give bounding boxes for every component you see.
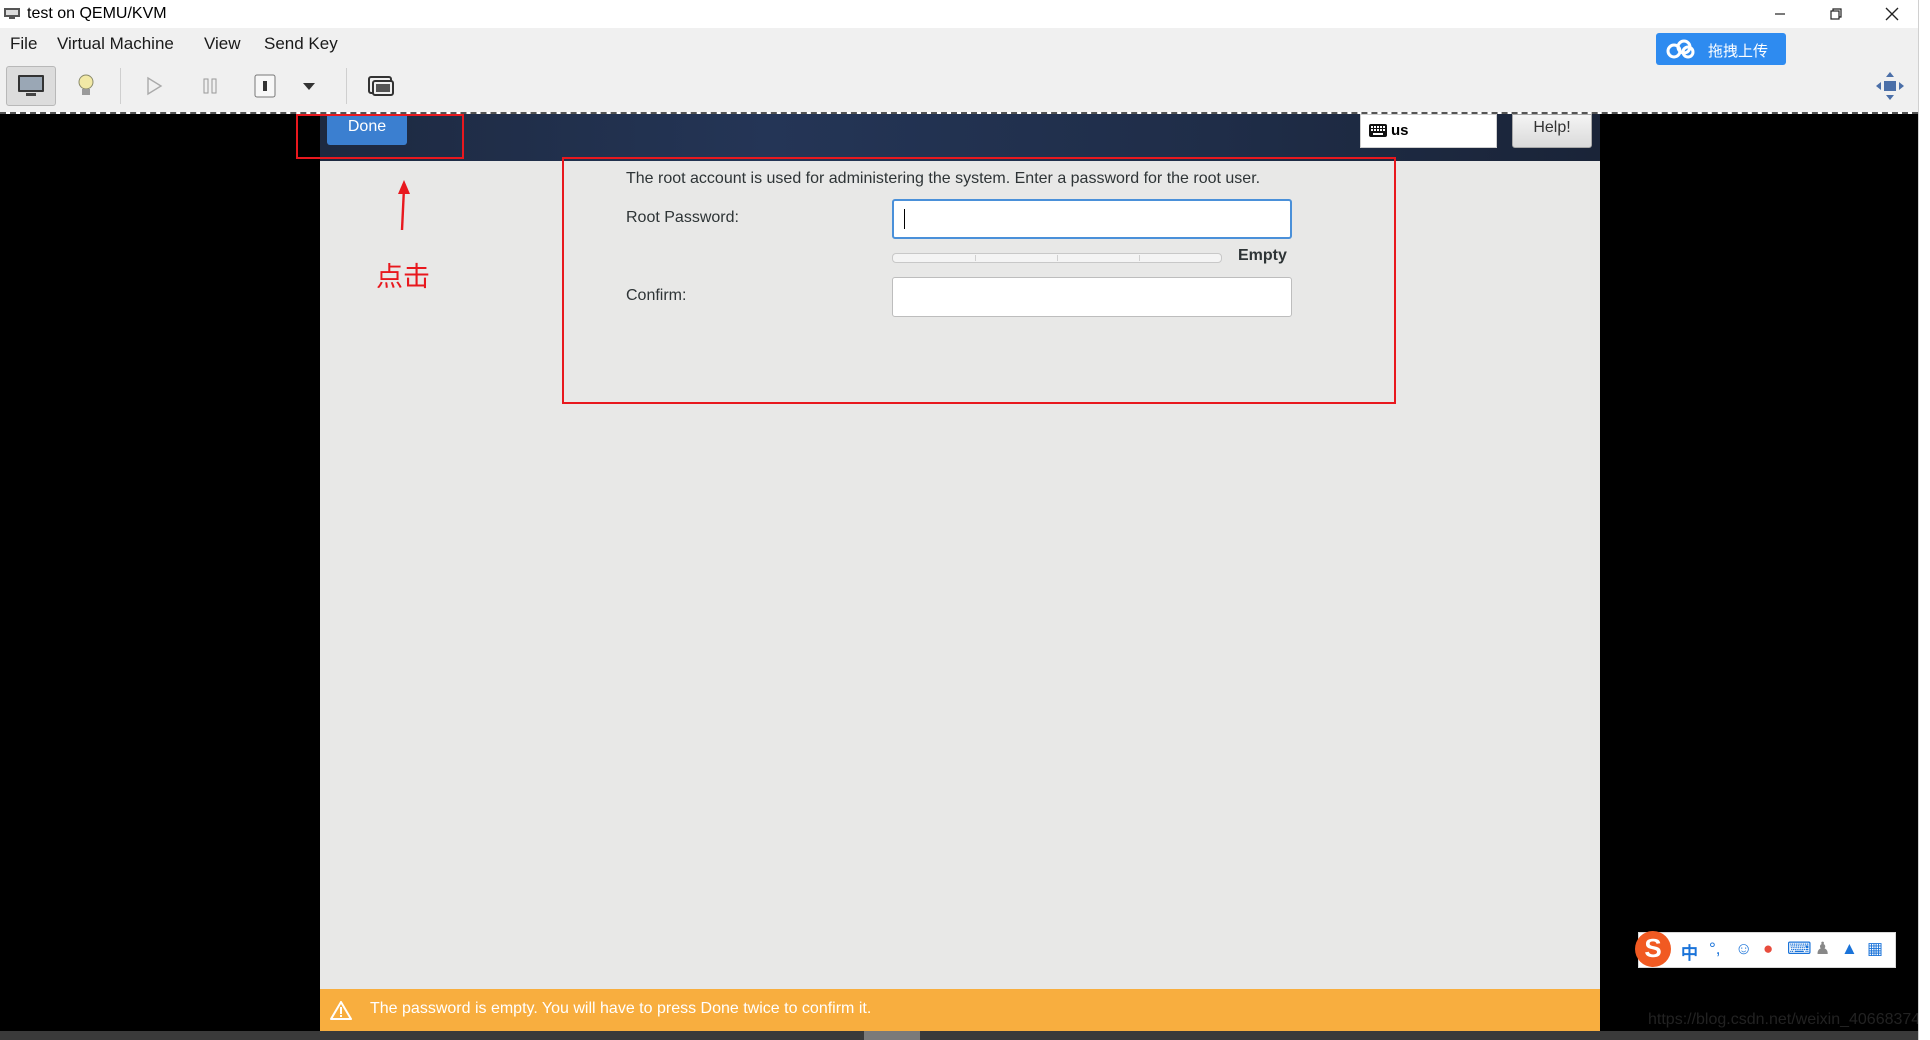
window-title: test on QEMU/KVM [27, 5, 167, 22]
screenshot-icon [368, 76, 394, 96]
help-button[interactable]: Help! [1512, 114, 1592, 148]
annotation-box-done [296, 114, 464, 159]
ime-toolbar[interactable]: S 中 °, ☺ ● ⌨ ♟ ▲ ▦ [1635, 931, 1896, 968]
toolbar-separator [120, 68, 121, 104]
microphone-icon[interactable]: ● [1763, 939, 1773, 959]
shutdown-menu-button[interactable] [296, 66, 322, 106]
virt-manager-icon [4, 8, 20, 19]
fullscreen-icon [1876, 72, 1904, 100]
dropdown-arrow-icon [303, 83, 315, 90]
menu-view[interactable]: View [204, 34, 241, 54]
close-button[interactable] [1864, 0, 1920, 28]
scrollbar-thumb[interactable] [864, 1031, 920, 1040]
upload-label: 拖拽上传 [1708, 43, 1769, 60]
power-icon [254, 74, 276, 98]
minimize-button[interactable] [1752, 0, 1808, 28]
desktop-edge [1918, 0, 1930, 1040]
annotation-box-password-form [562, 157, 1396, 404]
window-titlebar: test on QEMU/KVM [0, 0, 1920, 28]
shutdown-button[interactable] [248, 66, 282, 106]
toolbar-separator [346, 68, 347, 104]
punctuation-icon[interactable]: °, [1709, 939, 1721, 959]
skin-icon[interactable]: ▲ [1841, 939, 1858, 959]
pause-button[interactable] [192, 66, 228, 106]
monitor-icon [18, 75, 44, 96]
toolbox-icon[interactable]: ▦ [1867, 939, 1883, 959]
upload-button[interactable]: 拖拽上传 [1656, 33, 1786, 65]
keyboard-layout-label: us [1391, 122, 1409, 139]
details-button[interactable] [66, 66, 106, 106]
restore-button[interactable] [1808, 0, 1864, 28]
toolbar [0, 60, 1920, 112]
cloud-icon [1666, 39, 1695, 59]
sogou-logo-icon: S [1635, 931, 1671, 967]
play-icon [147, 76, 163, 96]
installer-header: Done us Help! [320, 114, 1600, 161]
annotation-arrow [398, 180, 410, 231]
chinese-mode-icon[interactable]: 中 [1681, 939, 1698, 964]
screenshot-button[interactable] [362, 66, 400, 106]
menu-virtual-machine[interactable]: Virtual Machine [57, 34, 174, 54]
menu-send-key[interactable]: Send Key [264, 34, 338, 54]
keyboard-layout-indicator[interactable]: us [1360, 114, 1497, 148]
warning-text: The password is empty. You will have to … [370, 1000, 872, 1017]
annotation-click-text: 点击 [376, 262, 430, 293]
user-icon[interactable]: ♟ [1815, 939, 1830, 959]
close-icon [1885, 7, 1899, 21]
console-button[interactable] [6, 66, 56, 106]
restore-icon [1830, 8, 1842, 20]
emoji-icon[interactable]: ☺ [1735, 939, 1752, 959]
pause-icon [203, 78, 217, 94]
minimize-icon [1775, 13, 1785, 15]
lightbulb-icon [78, 74, 94, 95]
fullscreen-button[interactable] [1870, 66, 1910, 106]
watermark: https://blog.csdn.net/weixin_40668374 [1648, 1011, 1921, 1028]
warning-icon [330, 1001, 352, 1020]
warning-bar: The password is empty. You will have to … [320, 989, 1600, 1031]
run-button[interactable] [136, 66, 172, 106]
menu-file[interactable]: File [10, 34, 37, 54]
keyboard-icon[interactable]: ⌨ [1787, 939, 1812, 959]
horizontal-scrollbar[interactable] [0, 1031, 1918, 1040]
menu-bar: File Virtual Machine View Send Key [0, 28, 1920, 60]
keyboard-icon [1369, 124, 1387, 137]
